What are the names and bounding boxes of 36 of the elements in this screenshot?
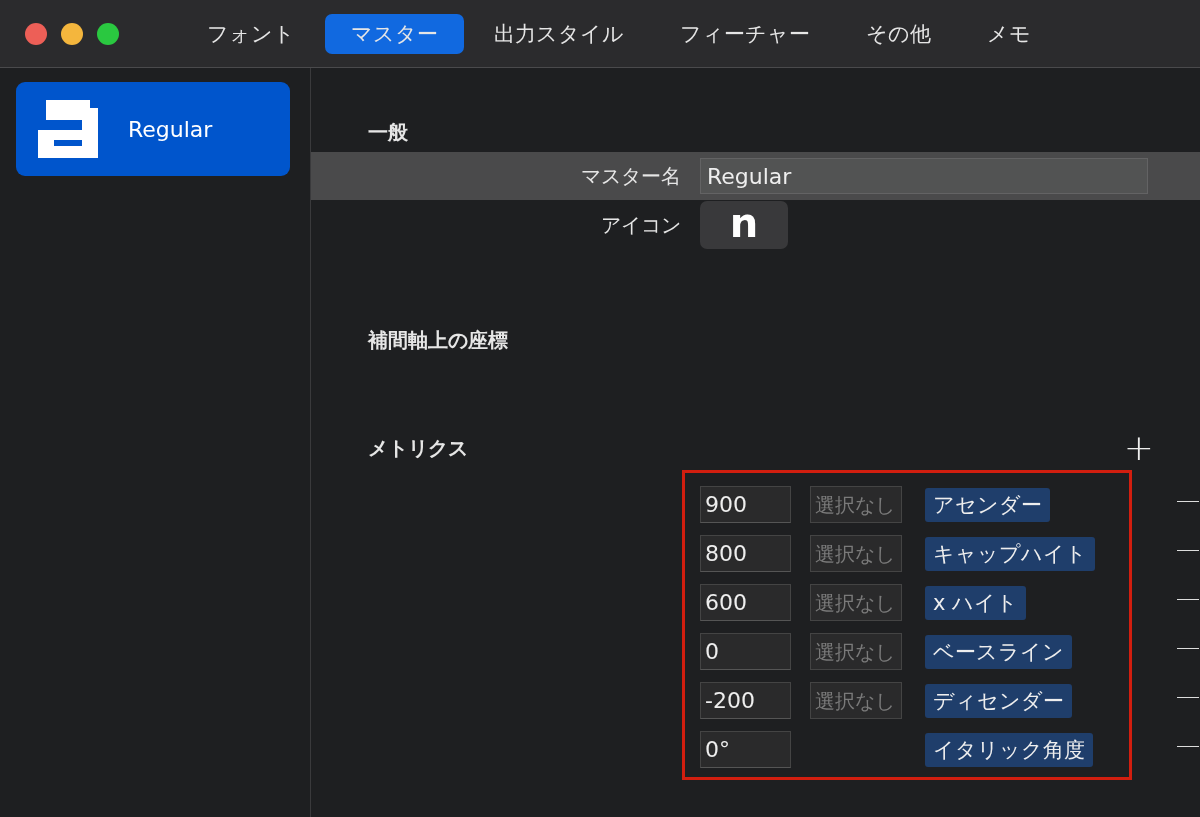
metric-value-field[interactable]: 0 <box>700 633 791 670</box>
metric-key-field[interactable]: 選択なし <box>810 584 902 621</box>
section-title: 補間軸上の座標 <box>368 326 508 354</box>
add-button[interactable]: + <box>1123 430 1154 466</box>
tab[interactable]: フィーチャー <box>654 13 836 54</box>
metric-value-field[interactable]: -200 <box>700 682 791 719</box>
minimize-button[interactable] <box>61 22 83 45</box>
master-name-field[interactable]: Regular <box>700 158 1148 194</box>
metric-key-field[interactable]: 選択なし <box>810 633 902 670</box>
metric-value-field[interactable]: 900 <box>700 486 791 523</box>
close-button[interactable] <box>25 22 47 45</box>
metric-value-field[interactable]: 600 <box>700 584 791 621</box>
metric-tag: キャップハイト <box>925 536 1095 571</box>
metric-value-field[interactable]: 800 <box>700 535 791 572</box>
metric-tag: ベースライン <box>925 634 1072 669</box>
metric-tag: x ハイト <box>925 585 1027 620</box>
master-item[interactable]: Regular <box>16 82 290 176</box>
metric-value-field[interactable]: 0° <box>700 731 791 768</box>
tab[interactable]: 出力スタイル <box>468 13 650 54</box>
zoom-button[interactable] <box>97 22 119 45</box>
master-label: Regular <box>128 116 213 142</box>
tab[interactable]: その他 <box>840 13 957 54</box>
metric-key-field[interactable]: 選択なし <box>810 486 902 523</box>
tab[interactable]: マスター <box>325 13 464 54</box>
metric-key-field[interactable]: 選択なし <box>810 535 902 572</box>
section-title: メトリクス <box>368 434 468 462</box>
section-title: 一般 <box>368 118 408 146</box>
metric-tag: ディセンダー <box>925 683 1072 718</box>
metric-tag: イタリック角度 <box>925 732 1093 767</box>
metric-key-field[interactable]: 選択なし <box>810 682 902 719</box>
tab[interactable]: フォント <box>181 13 321 54</box>
field-label: アイコン <box>601 211 681 239</box>
tab[interactable]: メモ <box>961 13 1057 54</box>
metric-tag: アセンダー <box>925 487 1050 522</box>
master-icon-button[interactable]: n <box>700 201 788 249</box>
field-label: マスター名 <box>581 162 681 190</box>
